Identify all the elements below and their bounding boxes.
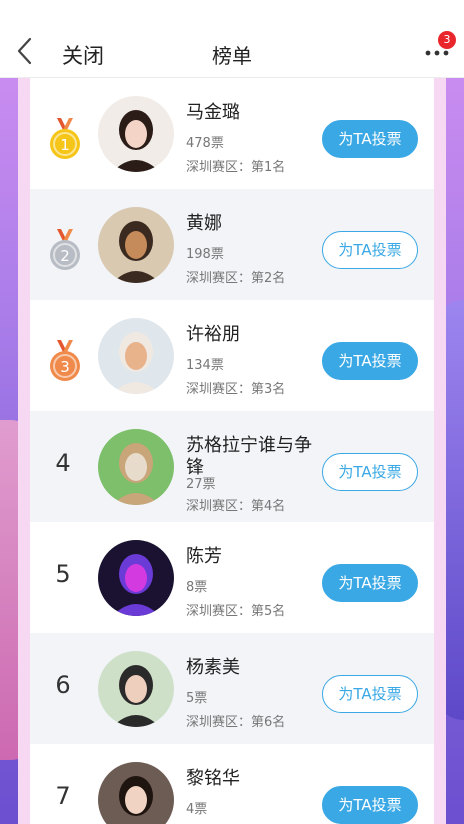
region-rank: 深圳赛区：第3名	[186, 382, 286, 397]
contestant-name: 许裕朋	[186, 324, 240, 345]
ranking-row: 2 黄娜 198票深圳赛区：第2名 为TA投票	[30, 189, 434, 300]
region-rank: 深圳赛区：第2名	[186, 271, 286, 286]
gold-medal-icon: 1	[48, 116, 82, 160]
silver-medal-icon: 2	[48, 227, 82, 271]
vote-count: 5票	[186, 691, 208, 706]
avatar[interactable]	[98, 429, 174, 505]
vote-button[interactable]: 为TA投票	[322, 453, 418, 491]
vote-count: 4票	[186, 802, 208, 817]
vote-button[interactable]: 为TA投票	[322, 231, 418, 269]
top-bar: 关闭 榜单 3	[0, 0, 464, 78]
rank-number: 7	[55, 782, 71, 810]
medal-rank-number: 2	[60, 247, 70, 265]
medal-rank-number: 3	[60, 358, 70, 376]
region-rank: 深圳赛区：第1名	[186, 160, 286, 175]
vote-count: 198票	[186, 247, 224, 262]
vote-button[interactable]: 为TA投票	[322, 120, 418, 158]
page-title: 榜单	[212, 44, 252, 68]
vote-button[interactable]: 为TA投票	[322, 342, 418, 380]
avatar[interactable]	[98, 207, 174, 283]
medal-rank-number: 1	[60, 136, 70, 154]
ranking-row: 3 许裕朋 134票深圳赛区：第3名 为TA投票	[30, 300, 434, 411]
ranking-list: 1 马金璐 478票 深圳赛区：第1名 为TA投票 2 黄娜 198票 深圳赛区：第2名为…	[30, 78, 434, 824]
avatar[interactable]	[98, 540, 174, 616]
vote-count: 8票	[186, 580, 208, 595]
region-rank: 深圳赛区：第4名	[186, 499, 286, 514]
avatar[interactable]	[98, 318, 174, 394]
contestant-name: 马金璐	[186, 102, 240, 123]
rank-number: 6	[55, 671, 71, 699]
contestant-name: 黎铭华	[186, 768, 240, 789]
ranking-row: 5 陈芳 8票深圳赛区：第5名 为TA投票	[30, 522, 434, 633]
rank-number: 4	[55, 449, 71, 477]
contestant-name: 黄娜	[186, 213, 222, 234]
ranking-row: 7 黎铭华 4票 为TA投票	[30, 744, 434, 824]
avatar[interactable]	[98, 96, 174, 172]
rank-number: 5	[55, 560, 71, 588]
contestant-name: 杨素美	[186, 657, 240, 678]
region-rank: 深圳赛区：第5名	[186, 604, 286, 619]
ranking-row: 1 马金璐 478票深圳赛区：第1名 为TA投票	[30, 78, 434, 189]
avatar[interactable]	[98, 651, 174, 727]
bronze-medal-icon: 3	[48, 338, 82, 382]
avatar[interactable]	[98, 762, 174, 824]
vote-button[interactable]: 为TA投票	[322, 675, 418, 713]
vote-count: 27票	[186, 477, 216, 492]
ranking-row: 4 苏格拉宁谁与争锋 27票 深圳赛区：第4名 为TA投票	[30, 411, 434, 522]
vote-count: 478票	[186, 136, 224, 151]
vote-button[interactable]: 为TA投票	[322, 786, 418, 824]
vote-count: 134票	[186, 358, 224, 373]
notification-badge: 3	[438, 31, 456, 49]
ranking-row: 6 杨素美 5票深圳赛区：第6名 为TA投票	[30, 633, 434, 744]
contestant-name: 陈芳	[186, 546, 222, 567]
region-rank: 深圳赛区：第6名	[186, 715, 286, 730]
vote-button[interactable]: 为TA投票	[322, 564, 418, 602]
